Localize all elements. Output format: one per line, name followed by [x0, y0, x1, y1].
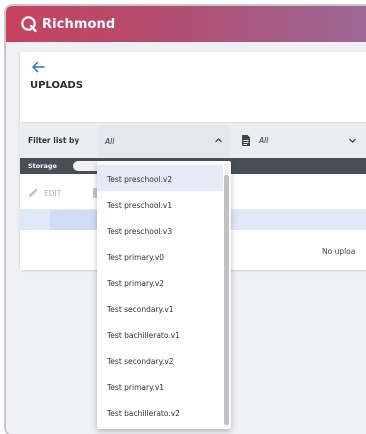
dropdown-option[interactable]: Test bachillerato.v1 [97, 321, 223, 347]
page-title: UPLOADS [30, 80, 83, 91]
document-icon [242, 135, 250, 146]
dropdown-option[interactable]: Test primary.v2 [97, 269, 223, 295]
richmond-logo-icon [21, 16, 37, 33]
filter-dropdown-list: Test preschool.v2 Test preschool.v1 Test… [97, 161, 231, 429]
table-header-column [50, 210, 98, 230]
chevron-up-icon [215, 138, 222, 143]
filter-bar: Filter list by All All [20, 122, 366, 158]
dropdown-option[interactable]: Test preschool.v3 [97, 217, 223, 243]
top-bar: Richmond [6, 6, 366, 42]
back-arrow-icon[interactable] [30, 60, 46, 74]
empty-message: No uploa [322, 247, 356, 256]
chevron-down-icon[interactable] [348, 136, 357, 145]
edit-button[interactable]: EDIT [44, 189, 61, 198]
storage-label: Storage [28, 162, 57, 170]
type-select-value[interactable]: All [259, 136, 268, 145]
dropdown-option[interactable]: Test bachillerato.v2 [97, 399, 223, 425]
dropdown-option[interactable]: Test primary.v1 [97, 373, 223, 399]
app-window: Richmond UPLOADS Filter list by All All [4, 4, 366, 434]
filter-label: Filter list by [28, 136, 80, 145]
pencil-icon[interactable] [28, 187, 39, 198]
dropdown-option[interactable]: Test secondary.v1 [97, 295, 223, 321]
filter-select-value: All [105, 137, 115, 146]
dropdown-option[interactable]: Test preschool.v1 [97, 191, 223, 217]
dropdown-option[interactable]: Test preschool.v2 [97, 165, 223, 191]
brand-name: Richmond [42, 16, 116, 32]
filter-select[interactable]: All [99, 125, 229, 157]
logo[interactable]: Richmond [20, 15, 115, 33]
dropdown-option[interactable]: Test secondary.v2 [97, 347, 223, 373]
dropdown-scrollbar-thumb[interactable] [224, 175, 229, 425]
dropdown-option[interactable]: Test primary.v0 [97, 243, 223, 269]
